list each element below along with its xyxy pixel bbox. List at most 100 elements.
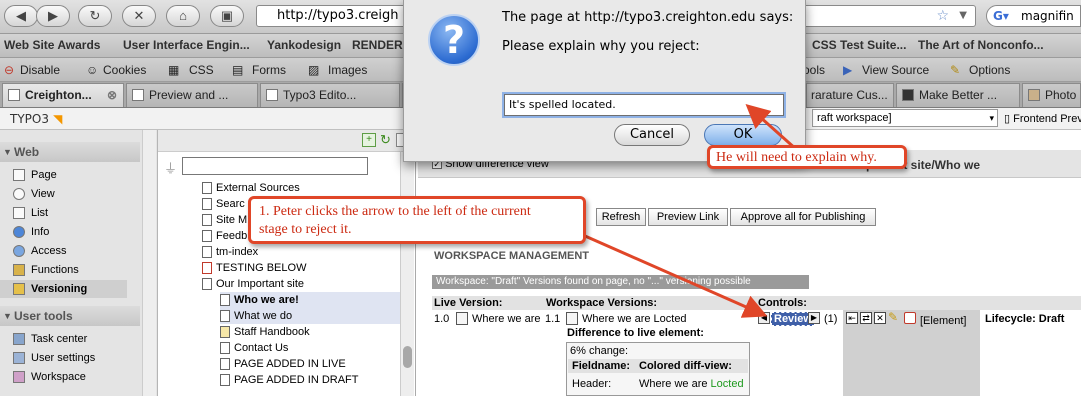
view-source-menu[interactable]: View Source bbox=[862, 63, 929, 77]
publish-icon[interactable]: ⇤ bbox=[846, 312, 858, 324]
chevron-down-icon[interactable]: ▼ bbox=[959, 6, 967, 26]
workspace-select[interactable]: raft workspace] ▾ bbox=[812, 109, 998, 127]
tab-photo[interactable]: Photo bbox=[1022, 83, 1081, 107]
filter-input[interactable] bbox=[182, 157, 368, 175]
tab-typo3-editor[interactable]: Typo3 Edito... bbox=[260, 83, 400, 107]
module-group-user-tools[interactable]: ▼ User tools bbox=[0, 306, 140, 326]
page-tree-toolbar: + ↻ bbox=[158, 130, 416, 152]
bookmark-item[interactable]: Web Site Awards bbox=[4, 38, 100, 52]
module-functions[interactable]: Functions bbox=[13, 261, 79, 279]
element-link[interactable]: [Element] bbox=[920, 315, 966, 327]
tree-item-selected[interactable]: Who we are! bbox=[220, 292, 400, 308]
star-icon[interactable]: ☆ bbox=[936, 6, 949, 26]
cancel-button[interactable]: Cancel bbox=[614, 124, 690, 146]
tab-creighton[interactable]: Creighton... ⊗ bbox=[2, 83, 124, 107]
module-workspace[interactable]: Workspace bbox=[13, 368, 86, 386]
callout-line: 1. Peter clicks the arrow to the left of… bbox=[259, 204, 531, 219]
bookmark-item[interactable]: RENDER.I bbox=[352, 38, 409, 52]
bookmark-item[interactable]: The Art of Nonconfo... bbox=[918, 38, 1044, 52]
module-view[interactable]: View bbox=[13, 185, 55, 203]
module-list[interactable]: List bbox=[13, 204, 48, 222]
advance-stage-arrow[interactable]: ▶ bbox=[808, 312, 820, 324]
frontend-preview-link[interactable]: ▯ Frontend Previe bbox=[1004, 112, 1081, 125]
page-icon bbox=[220, 294, 230, 306]
lifecycle-status: Lifecycle: Draft bbox=[985, 313, 1065, 325]
tab-make-better[interactable]: Make Better ... bbox=[896, 83, 1020, 107]
tree-item[interactable]: Contact Us bbox=[220, 340, 288, 356]
tree-item[interactable]: Feedb bbox=[202, 228, 247, 244]
typo3-logo: TYPO3 ◥ bbox=[10, 112, 63, 126]
page-icon bbox=[13, 169, 25, 181]
page-icon bbox=[202, 246, 212, 258]
swap-icon[interactable]: ⇄ bbox=[860, 312, 872, 324]
edit-icon[interactable]: ✎ bbox=[888, 310, 898, 324]
ok-button[interactable]: OK bbox=[704, 124, 782, 146]
google-icon: G▾ bbox=[993, 9, 1009, 23]
page-tree-scrollbar[interactable] bbox=[400, 152, 414, 396]
tab-label: rarature Cus... bbox=[811, 88, 888, 102]
tree-item[interactable]: tm-index bbox=[202, 244, 258, 260]
module-user-settings[interactable]: User settings bbox=[13, 349, 95, 367]
triangle-down-icon: ▼ bbox=[3, 147, 12, 157]
back-button[interactable]: ◀ bbox=[4, 5, 38, 27]
approve-all-button[interactable]: Approve all for Publishing bbox=[730, 208, 876, 226]
module-group-web[interactable]: ▼ Web bbox=[0, 142, 140, 162]
preview-link-button[interactable]: Preview Link bbox=[648, 208, 728, 226]
forward-button[interactable]: ▶ bbox=[36, 5, 70, 27]
module-page[interactable]: Page bbox=[13, 166, 57, 184]
tree-item[interactable]: PAGE ADDED IN LIVE bbox=[220, 356, 346, 372]
tab-preview[interactable]: Preview and ... bbox=[126, 83, 258, 107]
refresh-icon[interactable]: ↻ bbox=[380, 132, 391, 148]
callout-line: stage to reject it. bbox=[259, 222, 352, 237]
tab-literature[interactable]: rarature Cus... bbox=[806, 83, 894, 107]
cookies-menu[interactable]: Cookies bbox=[103, 63, 146, 77]
tree-item[interactable]: TESTING BELOW bbox=[202, 260, 306, 276]
module-menu-scrollbar[interactable] bbox=[142, 130, 156, 396]
scrollbar-thumb[interactable] bbox=[403, 346, 412, 368]
version-table-header: Live Version: Workspace Versions: Contro… bbox=[432, 296, 1081, 310]
tab-label: Make Better ... bbox=[919, 88, 998, 102]
stop-icon[interactable]: ✕ bbox=[122, 5, 156, 27]
tree-item[interactable]: Staff Handbook bbox=[220, 324, 310, 340]
favicon-icon bbox=[132, 89, 144, 101]
options-menu[interactable]: Options bbox=[969, 63, 1010, 77]
bookmark-item[interactable]: Yankodesign bbox=[267, 38, 341, 52]
disable-icon: ⊖ bbox=[4, 63, 15, 77]
images-icon: ▨ bbox=[308, 63, 320, 77]
history-icon[interactable] bbox=[904, 312, 916, 324]
tree-item[interactable]: External Sources bbox=[202, 180, 300, 196]
tree-item[interactable]: Site M bbox=[202, 212, 247, 228]
images-menu[interactable]: Images bbox=[328, 63, 367, 77]
tree-item[interactable]: What we do bbox=[220, 308, 400, 324]
tree-item[interactable]: Our Important site bbox=[202, 276, 304, 292]
bookmark-page-icon[interactable]: ▣ bbox=[210, 5, 244, 27]
tools-menu[interactable]: ools bbox=[803, 63, 825, 77]
module-access[interactable]: Access bbox=[13, 242, 66, 260]
reason-input[interactable]: It's spelled located. bbox=[504, 94, 784, 116]
module-task-center[interactable]: Task center bbox=[13, 330, 87, 348]
refresh-button[interactable]: Refresh bbox=[596, 208, 646, 226]
home-icon[interactable]: ⌂ bbox=[166, 5, 200, 27]
new-page-icon[interactable]: + bbox=[362, 133, 376, 147]
tree-item[interactable]: PAGE ADDED IN DRAFT bbox=[220, 372, 358, 388]
main-content: ✓ Show difference view al/Our Important … bbox=[418, 130, 1081, 396]
forms-menu[interactable]: Forms bbox=[252, 63, 286, 77]
user-icon bbox=[13, 352, 25, 364]
css-menu[interactable]: CSS bbox=[189, 63, 214, 77]
tree-item[interactable]: Searc bbox=[202, 196, 245, 212]
module-versioning[interactable]: Versioning bbox=[0, 280, 127, 298]
bookmark-item[interactable]: CSS Test Suite... bbox=[812, 38, 906, 52]
close-icon[interactable]: ⊗ bbox=[107, 84, 117, 106]
header-live: Live Version: bbox=[434, 297, 503, 309]
reload-icon[interactable]: ↻ bbox=[78, 5, 112, 27]
css-icon: ▦ bbox=[168, 63, 180, 77]
diff-colored-header: Colored diff-view: bbox=[639, 360, 732, 372]
release-icon[interactable]: ✕ bbox=[874, 312, 886, 324]
search-input[interactable]: G▾ magnifin bbox=[986, 5, 1081, 27]
reject-stage-arrow[interactable]: ◀ bbox=[758, 312, 770, 324]
disable-menu[interactable]: Disable bbox=[20, 63, 60, 77]
module-info[interactable]: Info bbox=[13, 223, 49, 241]
dialog-message: Please explain why you reject: bbox=[502, 39, 700, 54]
group-label: Web bbox=[14, 145, 40, 159]
bookmark-item[interactable]: User Interface Engin... bbox=[123, 38, 250, 52]
